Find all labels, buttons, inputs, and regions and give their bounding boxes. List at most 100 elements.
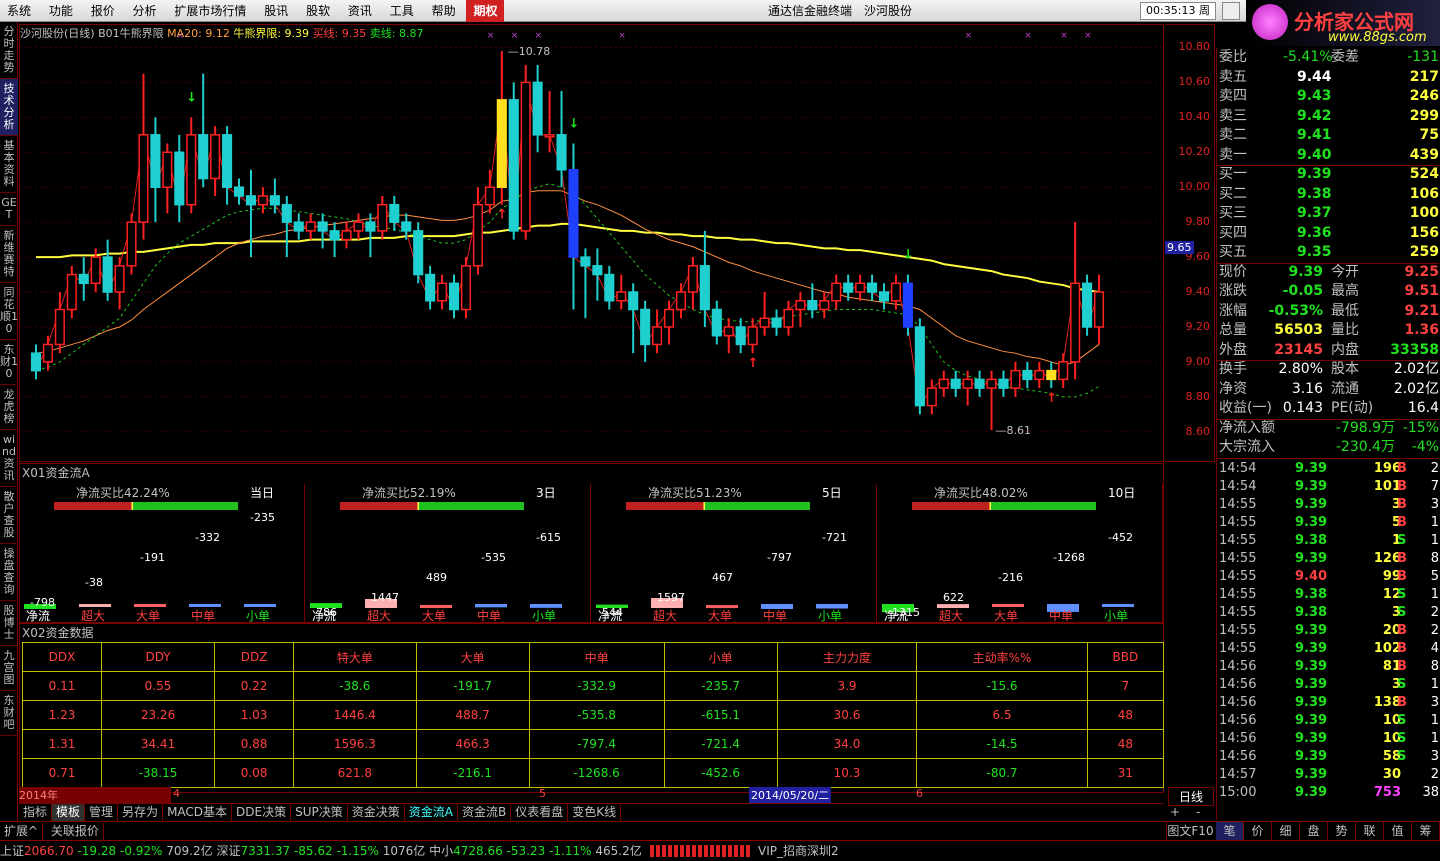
menu-analysis[interactable]: 分析: [126, 0, 164, 22]
candle[interactable]: [30, 344, 42, 380]
candle[interactable]: [329, 222, 340, 258]
tab-expand[interactable]: 扩展^: [0, 823, 44, 840]
sidebar-item-12[interactable]: 九宫图: [0, 646, 18, 691]
tab-5[interactable]: DDE决策: [232, 804, 292, 821]
sidebar-item-9[interactable]: 散户查股: [0, 487, 18, 544]
candle[interactable]: [652, 309, 663, 354]
candle[interactable]: [687, 257, 698, 310]
tab-4[interactable]: MACD基本: [163, 804, 233, 821]
candle[interactable]: [425, 265, 436, 310]
candle[interactable]: [365, 213, 376, 258]
sidebar-item-13[interactable]: 东财吧: [0, 691, 18, 736]
candle[interactable]: [42, 335, 53, 371]
candle[interactable]: [663, 300, 675, 345]
quote-tab-1[interactable]: 价: [1244, 822, 1272, 840]
candle[interactable]: [735, 318, 746, 354]
period-label[interactable]: 日线: [1168, 787, 1214, 806]
candle[interactable]: [723, 318, 734, 354]
candle[interactable]: [66, 265, 77, 319]
tab-7[interactable]: 资金决策: [348, 804, 405, 821]
candle[interactable]: [759, 292, 770, 336]
candle[interactable]: [1010, 361, 1021, 397]
candle[interactable]: [1070, 222, 1081, 380]
candle[interactable]: [974, 370, 985, 397]
candle[interactable]: [377, 195, 388, 240]
candle[interactable]: [150, 117, 161, 223]
tab-10[interactable]: 仪表看盘: [511, 804, 569, 821]
candle[interactable]: [102, 239, 113, 301]
quote-tab-4[interactable]: 势: [1328, 822, 1356, 840]
candle[interactable]: [831, 274, 842, 310]
candle[interactable]: [532, 64, 543, 153]
candle[interactable]: [675, 283, 687, 319]
candle[interactable]: [807, 283, 818, 319]
candle[interactable]: [1093, 274, 1105, 345]
tab-3[interactable]: 另存为: [118, 804, 164, 821]
candle[interactable]: [914, 318, 925, 415]
menu-tools[interactable]: 工具: [383, 0, 421, 22]
candle[interactable]: [1082, 274, 1093, 336]
candle[interactable]: [568, 143, 579, 310]
candle[interactable]: [198, 73, 209, 188]
candle[interactable]: [855, 274, 866, 301]
candle[interactable]: [437, 274, 448, 310]
menu-system[interactable]: 系统: [0, 0, 38, 22]
candle[interactable]: [640, 300, 651, 362]
candle[interactable]: [867, 274, 878, 301]
candle[interactable]: [771, 309, 782, 336]
zoom-plus-icon[interactable]: +: [1170, 805, 1180, 819]
kline-chart[interactable]: —10.78—8.61↓↓↓↑↑↑× × × × × × × × ×: [20, 25, 1165, 463]
candle[interactable]: [293, 213, 304, 240]
candle[interactable]: [902, 274, 913, 336]
candle[interactable]: [986, 370, 997, 431]
menu-stock-news[interactable]: 股讯: [257, 0, 295, 22]
menu-info[interactable]: 资讯: [341, 0, 379, 22]
candle[interactable]: [592, 248, 603, 301]
candle[interactable]: [699, 230, 710, 327]
kline-chart-panel[interactable]: —10.78 —8.61 ↓ ↓ ↓ ↑ ↑ ↑ × × × × × × × × ×: [19, 24, 1165, 463]
candle[interactable]: [281, 195, 292, 258]
candle[interactable]: [210, 126, 221, 196]
sidebar-item-7[interactable]: 龙虎榜: [0, 385, 18, 430]
tab-9[interactable]: 资金流B: [458, 804, 512, 821]
tab-8[interactable]: 资金流A: [405, 804, 458, 821]
candle[interactable]: [257, 187, 268, 214]
tab-1[interactable]: 模板: [52, 804, 86, 821]
candle[interactable]: [962, 370, 973, 406]
candle[interactable]: [998, 370, 1009, 397]
sidebar-item-10[interactable]: 操盘查询: [0, 544, 18, 601]
menu-quote[interactable]: 报价: [84, 0, 122, 22]
tab-11[interactable]: 变色K线: [568, 804, 622, 821]
quote-tab-2[interactable]: 细: [1272, 822, 1300, 840]
candle[interactable]: [138, 73, 149, 240]
quote-tab-0[interactable]: 笔: [1216, 822, 1244, 840]
candle[interactable]: [711, 300, 722, 345]
candle[interactable]: [448, 274, 460, 319]
candle[interactable]: [616, 274, 627, 310]
candle[interactable]: [938, 370, 949, 397]
sidebar-item-11[interactable]: 股博士: [0, 601, 18, 646]
menu-stock-soft[interactable]: 股软: [299, 0, 337, 22]
candle[interactable]: [413, 222, 424, 284]
sidebar-item-8[interactable]: wind资讯: [0, 430, 18, 487]
candle[interactable]: [604, 265, 615, 310]
quote-tab-5[interactable]: 联: [1356, 822, 1384, 840]
tab-0[interactable]: 指标: [19, 804, 53, 821]
candle[interactable]: [926, 379, 937, 415]
candle[interactable]: [496, 50, 507, 205]
candle[interactable]: [878, 283, 890, 310]
sidebar-item-0[interactable]: 分时走势: [0, 22, 18, 79]
candle[interactable]: [795, 292, 806, 327]
quote-tab-3[interactable]: 盘: [1300, 822, 1328, 840]
sidebar-item-1[interactable]: 技术分析: [0, 79, 18, 136]
candle[interactable]: [126, 213, 137, 275]
candle[interactable]: [747, 318, 758, 354]
zoom-minus-icon[interactable]: -: [1196, 805, 1200, 819]
candle[interactable]: [174, 134, 185, 223]
candle[interactable]: [950, 370, 961, 397]
candle[interactable]: [1022, 361, 1033, 389]
menu-function[interactable]: 功能: [42, 0, 80, 22]
candle[interactable]: [162, 143, 173, 214]
candle[interactable]: [484, 169, 495, 214]
menu-ext-market[interactable]: 扩展市场行情: [167, 0, 253, 22]
